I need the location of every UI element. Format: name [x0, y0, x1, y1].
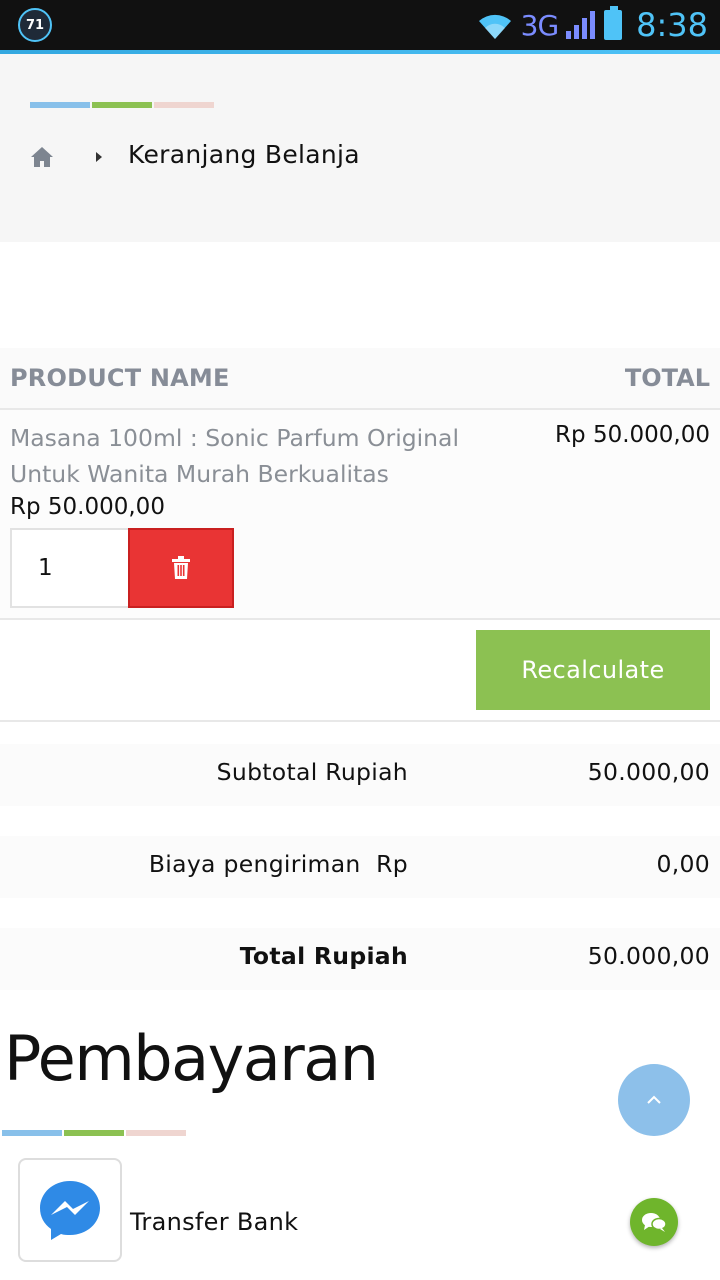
subtotal-row: Subtotal Rupiah 50.000,00 [0, 744, 720, 806]
shipping-row: Biaya pengiriman Rp 0,00 [0, 836, 720, 898]
home-icon[interactable] [30, 146, 54, 168]
breadcrumb-current: Keranjang Belanja [128, 140, 360, 169]
product-name-link[interactable]: Masana 100ml : Sonic Parfum Original Unt… [10, 420, 520, 492]
trash-icon [172, 556, 190, 579]
chevron-up-icon [647, 1095, 661, 1104]
payment-title: Pembayaran [4, 1022, 379, 1095]
cart-table-header: PRODUCT NAME TOTAL [0, 348, 720, 410]
item-price: Rp 50.000,00 [10, 494, 165, 520]
notification-badge: 71 [18, 8, 52, 42]
scroll-to-top-button[interactable] [618, 1064, 690, 1136]
clock: 8:38 [636, 6, 708, 44]
signal-icon [566, 11, 596, 39]
cart-item-row: Masana 100ml : Sonic Parfum Original Unt… [0, 410, 720, 620]
shipping-label: Biaya pengiriman Rp [148, 850, 408, 878]
quantity-input[interactable] [10, 528, 130, 608]
battery-icon [604, 6, 623, 40]
total-row: Total Rupiah 50.000,00 [0, 928, 720, 990]
recalculate-row: Recalculate [0, 620, 720, 722]
total-label: Total Rupiah [239, 942, 408, 970]
chat-button[interactable] [630, 1198, 678, 1246]
subtotal-label: Subtotal Rupiah [216, 758, 408, 786]
total-value: 50.000,00 [587, 942, 710, 970]
shipping-value: 0,00 [656, 850, 710, 878]
header-product-name: PRODUCT NAME [10, 364, 230, 392]
chat-icon [642, 1213, 667, 1232]
network-type: 3G [520, 8, 560, 42]
payment-method-label: Transfer Bank [130, 1208, 299, 1236]
accent-stripe [30, 102, 214, 108]
subtotal-value: 50.000,00 [587, 758, 710, 786]
messenger-button[interactable] [18, 1158, 122, 1262]
breadcrumb-section [0, 54, 720, 242]
status-icons: 3G 8:38 [475, 4, 708, 46]
messenger-icon [40, 1181, 100, 1240]
payment-accent-stripe [2, 1130, 186, 1136]
payment-method-row[interactable]: Transfer Bank [0, 1150, 720, 1280]
recalculate-button[interactable]: Recalculate [476, 630, 710, 710]
remove-item-button[interactable] [128, 528, 234, 608]
wifi-icon [478, 14, 511, 40]
item-total: Rp 50.000,00 [555, 422, 710, 448]
header-total: TOTAL [624, 364, 710, 392]
chevron-right-icon [96, 152, 102, 162]
status-bar: 71 3G 8:38 [0, 0, 720, 50]
